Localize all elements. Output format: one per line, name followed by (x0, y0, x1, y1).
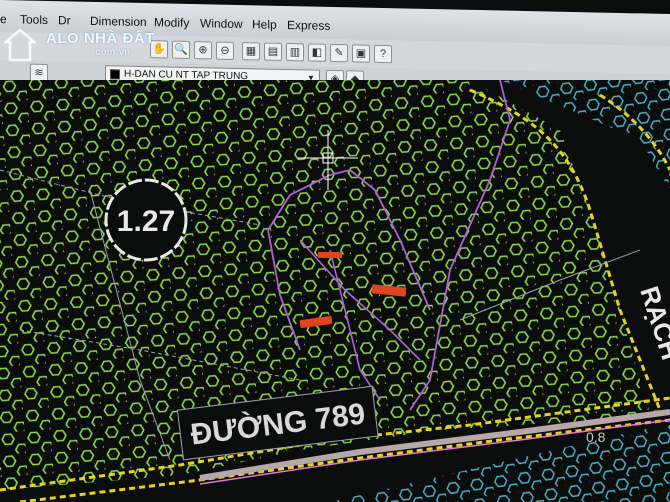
menu-item-tools[interactable]: Tools (20, 12, 48, 27)
dimension-label: 0.8 (586, 429, 606, 445)
watermark-domain: .com.vn (92, 47, 131, 58)
drawing-canvas[interactable]: 1.27 ĐƯỜNG 789 RẠCH 0.8 (0, 80, 670, 502)
zoom-previous-icon[interactable]: ⊖ (216, 41, 234, 60)
menu-item-modify[interactable]: Modify (154, 15, 189, 30)
menu-item-draw[interactable]: Dr (58, 13, 71, 27)
sheet-set-icon[interactable]: ◧ (308, 43, 326, 62)
tool-palettes-icon[interactable]: ▥ (286, 42, 304, 62)
properties-icon[interactable]: ▦ (242, 42, 260, 61)
markup-icon[interactable]: ✎ (330, 43, 348, 63)
cad-drawing[interactable]: 1.27 ĐƯỜNG 789 RẠCH 0.8 (0, 80, 670, 502)
marker-1 (318, 252, 342, 258)
menu-item-window[interactable]: Window (200, 16, 243, 31)
design-center-icon[interactable]: ▤ (264, 42, 282, 61)
menu-item-partial[interactable]: e (0, 12, 7, 26)
zoom-window-icon[interactable]: ⊕ (194, 41, 212, 60)
calculator-icon[interactable]: ▣ (352, 44, 370, 63)
area-circle-label: 1.27 (117, 205, 175, 238)
menu-item-dimension[interactable]: Dimension (90, 14, 147, 29)
help-icon[interactable]: ? (374, 44, 392, 64)
menu-item-express[interactable]: Express (287, 18, 330, 33)
zoom-realtime-icon[interactable]: 🔍 (172, 40, 190, 59)
watermark: ALO NHÀ ĐẤT .com.vn (6, 30, 155, 58)
layer-color-swatch (110, 69, 120, 80)
watermark-brand: ALO NHÀ ĐẤT (46, 30, 155, 47)
menu-item-help[interactable]: Help (252, 17, 277, 32)
